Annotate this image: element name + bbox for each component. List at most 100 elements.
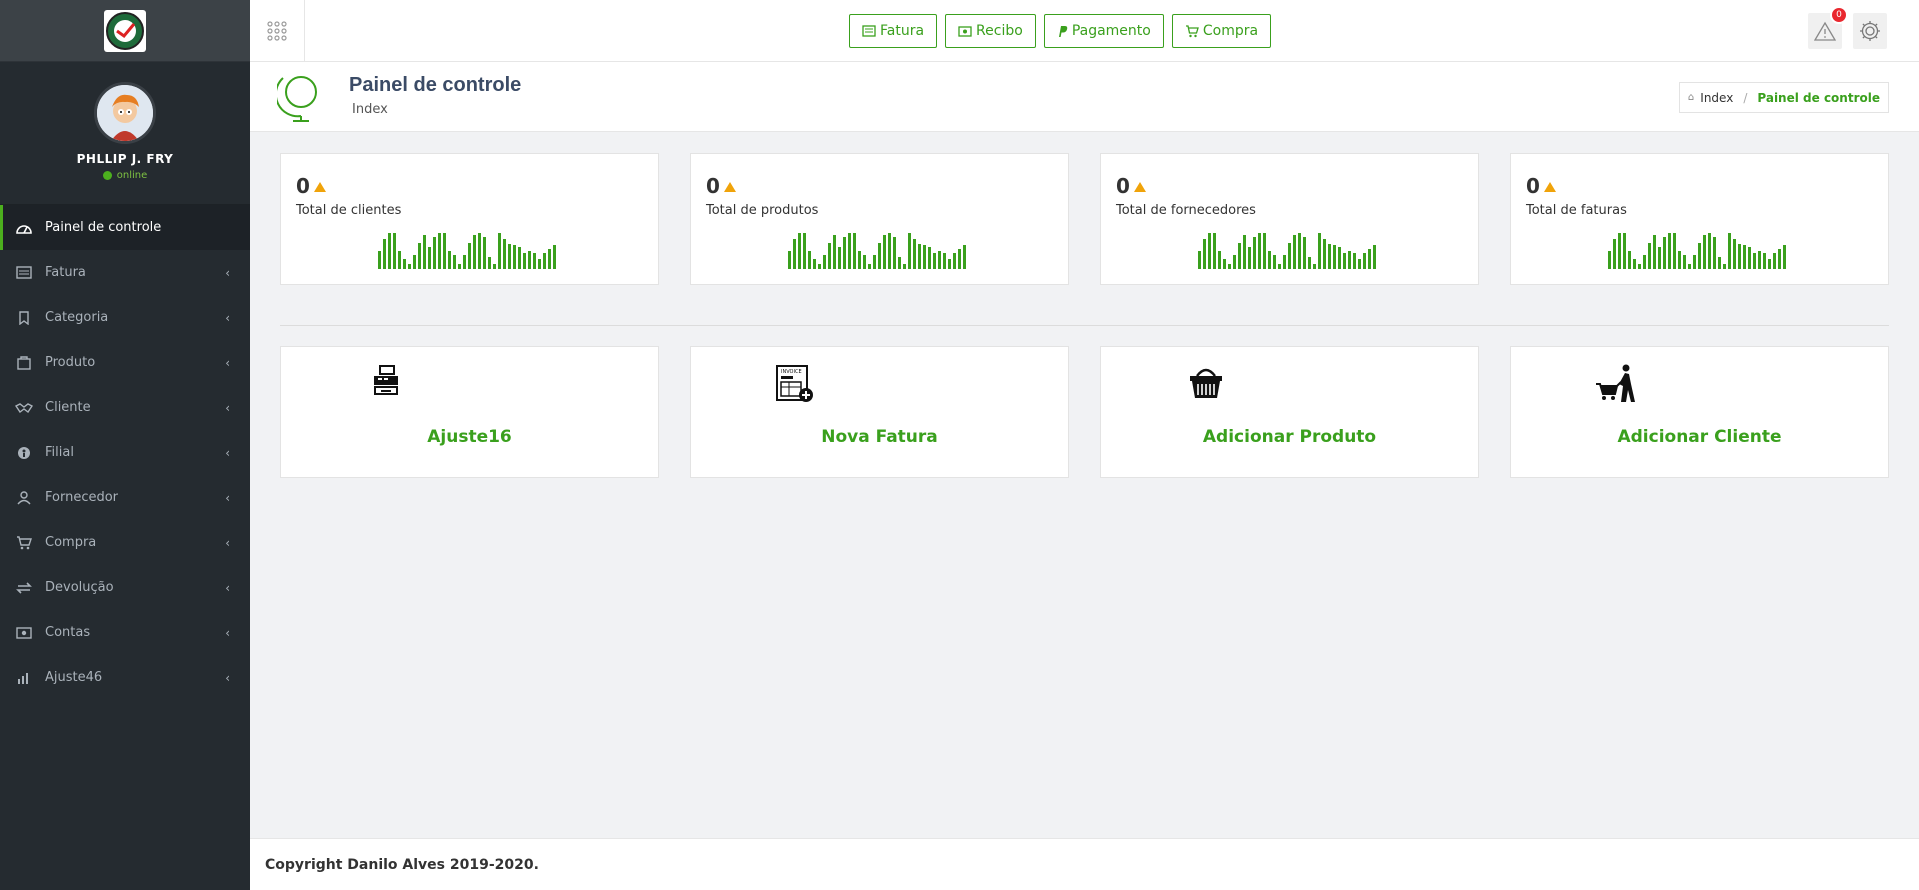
sparkline-bar [388, 233, 391, 269]
sparkline-bar [503, 239, 506, 269]
warning-triangle-icon [724, 182, 736, 192]
stat-value: 0 [706, 174, 720, 198]
sidebar-item-label: Ajuste46 [45, 670, 103, 685]
cart-icon [15, 535, 33, 550]
sparkline-bar [893, 237, 896, 269]
sparkline-bar [488, 257, 491, 269]
sparkline-bar [1203, 239, 1206, 269]
page-subtitle: Index [352, 102, 388, 117]
breadcrumb-index-link[interactable]: Index [1700, 91, 1733, 105]
nova-fatura-card[interactable]: INVOICE Nova Fatura [690, 346, 1069, 478]
chevron-left-icon: ‹ [225, 625, 230, 640]
sparkline-bar [1723, 264, 1726, 269]
sparkline-bar [868, 264, 871, 269]
compra-quick-button[interactable]: Compra [1171, 14, 1272, 48]
fatura-quick-button[interactable]: Fatura [849, 14, 938, 48]
stat-card-faturas[interactable]: 0 Total de faturas [1510, 153, 1889, 285]
sparkline-bar [1363, 253, 1366, 269]
handshake-icon [15, 401, 33, 415]
sidebar-menu: Painel de controle Fatura ‹ Categoria ‹ … [0, 205, 250, 700]
sidebar-item-painel-de-controle[interactable]: Painel de controle [0, 205, 250, 250]
sidebar-item-filial[interactable]: Filial ‹ [0, 430, 250, 475]
invoice-icon [15, 266, 33, 280]
sparkline-bar [498, 233, 501, 269]
sparkline-bar [918, 244, 921, 269]
sparkline-bar [433, 237, 436, 269]
stat-label: Total de produtos [706, 203, 819, 218]
sparkline-bar [1758, 251, 1761, 269]
chevron-left-icon: ‹ [225, 670, 230, 685]
sparkline-bar [1343, 253, 1346, 269]
sparkline-bar [1293, 235, 1296, 269]
sparkline-bar [1368, 249, 1371, 269]
apps-grid-button[interactable] [250, 0, 305, 62]
sidebar-item-fatura[interactable]: Fatura ‹ [0, 250, 250, 295]
sparkline-bar [1633, 259, 1636, 269]
sparkline-bar [1243, 235, 1246, 269]
sidebar-item-cliente[interactable]: Cliente ‹ [0, 385, 250, 430]
tag-icon [15, 310, 33, 325]
sidebar-item-fornecedor[interactable]: Fornecedor ‹ [0, 475, 250, 520]
sparkline-bar [843, 237, 846, 269]
sparkline-bar [1198, 251, 1201, 269]
sparkline-bar [803, 233, 806, 269]
pagamento-quick-button[interactable]: Pagamento [1043, 14, 1164, 48]
sparkline-bar [408, 264, 411, 269]
sparkline-bar [1673, 233, 1676, 269]
breadcrumb: ⌂ Index / Painel de controle [1678, 82, 1889, 113]
sparkline-bar [953, 253, 956, 269]
box-icon [15, 355, 33, 370]
ajuste16-card[interactable]: Ajuste16 [280, 346, 659, 478]
sparkline-bar [1783, 245, 1786, 269]
sparkline-chart [1608, 233, 1786, 269]
sidebar-item-categoria[interactable]: Categoria ‹ [0, 295, 250, 340]
stat-card-clientes[interactable]: 0 Total de clientes [280, 153, 659, 285]
sparkline-bar [448, 251, 451, 269]
sparkline-bar [833, 235, 836, 269]
sidebar-item-contas[interactable]: Contas ‹ [0, 610, 250, 655]
sparkline-bar [1283, 255, 1286, 269]
recibo-quick-button[interactable]: Recibo [945, 14, 1036, 48]
sparkline-bar [1303, 237, 1306, 269]
sparkline-bar [813, 259, 816, 269]
adicionar-produto-card[interactable]: Adicionar Produto [1100, 346, 1479, 478]
app-logo[interactable] [104, 9, 146, 52]
sidebar-item-produto[interactable]: Produto ‹ [0, 340, 250, 385]
sparkline-bar [1268, 251, 1271, 269]
avatar[interactable] [94, 82, 156, 144]
sparkline-bar [418, 243, 421, 269]
page-title: Painel de controle [349, 74, 522, 96]
money-icon [15, 626, 33, 640]
sparkline-bar [873, 255, 876, 269]
alerts-button[interactable]: 0 [1808, 6, 1848, 49]
sidebar-item-ajuste46[interactable]: Ajuste46 ‹ [0, 655, 250, 700]
warning-icon [1814, 21, 1836, 41]
sparkline-bar [423, 235, 426, 269]
adicionar-cliente-card[interactable]: Adicionar Cliente [1510, 346, 1889, 478]
sparkline-bar [1263, 233, 1266, 269]
sparkline-chart [1198, 233, 1376, 269]
sparkline-bar [1728, 233, 1731, 269]
sparkline-bar [913, 239, 916, 269]
settings-button[interactable] [1853, 13, 1887, 49]
sidebar-item-devolucao[interactable]: Devolução ‹ [0, 565, 250, 610]
sparkline-bar [793, 239, 796, 269]
sparkline-bar [878, 243, 881, 269]
sidebar-item-label: Painel de controle [45, 220, 162, 235]
sidebar-item-label: Filial [45, 445, 74, 460]
dashboard-icon [15, 221, 33, 235]
sparkline-bar [933, 253, 936, 269]
sidebar-item-compra[interactable]: Compra ‹ [0, 520, 250, 565]
pagamento-quick-label: Pagamento [1071, 23, 1151, 39]
stat-card-produtos[interactable]: 0 Total de produtos [690, 153, 1069, 285]
sparkline-bar [1763, 253, 1766, 269]
sparkline-bar [553, 245, 556, 269]
sparkline-bar [1768, 259, 1771, 269]
alerts-count-badge: 0 [1830, 6, 1848, 24]
sparkline-bar [513, 245, 516, 269]
sidebar-item-label: Fatura [45, 265, 86, 280]
stat-label: Total de clientes [296, 203, 402, 218]
sparkline-bar [1713, 237, 1716, 269]
new-invoice-icon: INVOICE [775, 364, 815, 408]
stat-card-fornecedores[interactable]: 0 Total de fornecedores [1100, 153, 1479, 285]
